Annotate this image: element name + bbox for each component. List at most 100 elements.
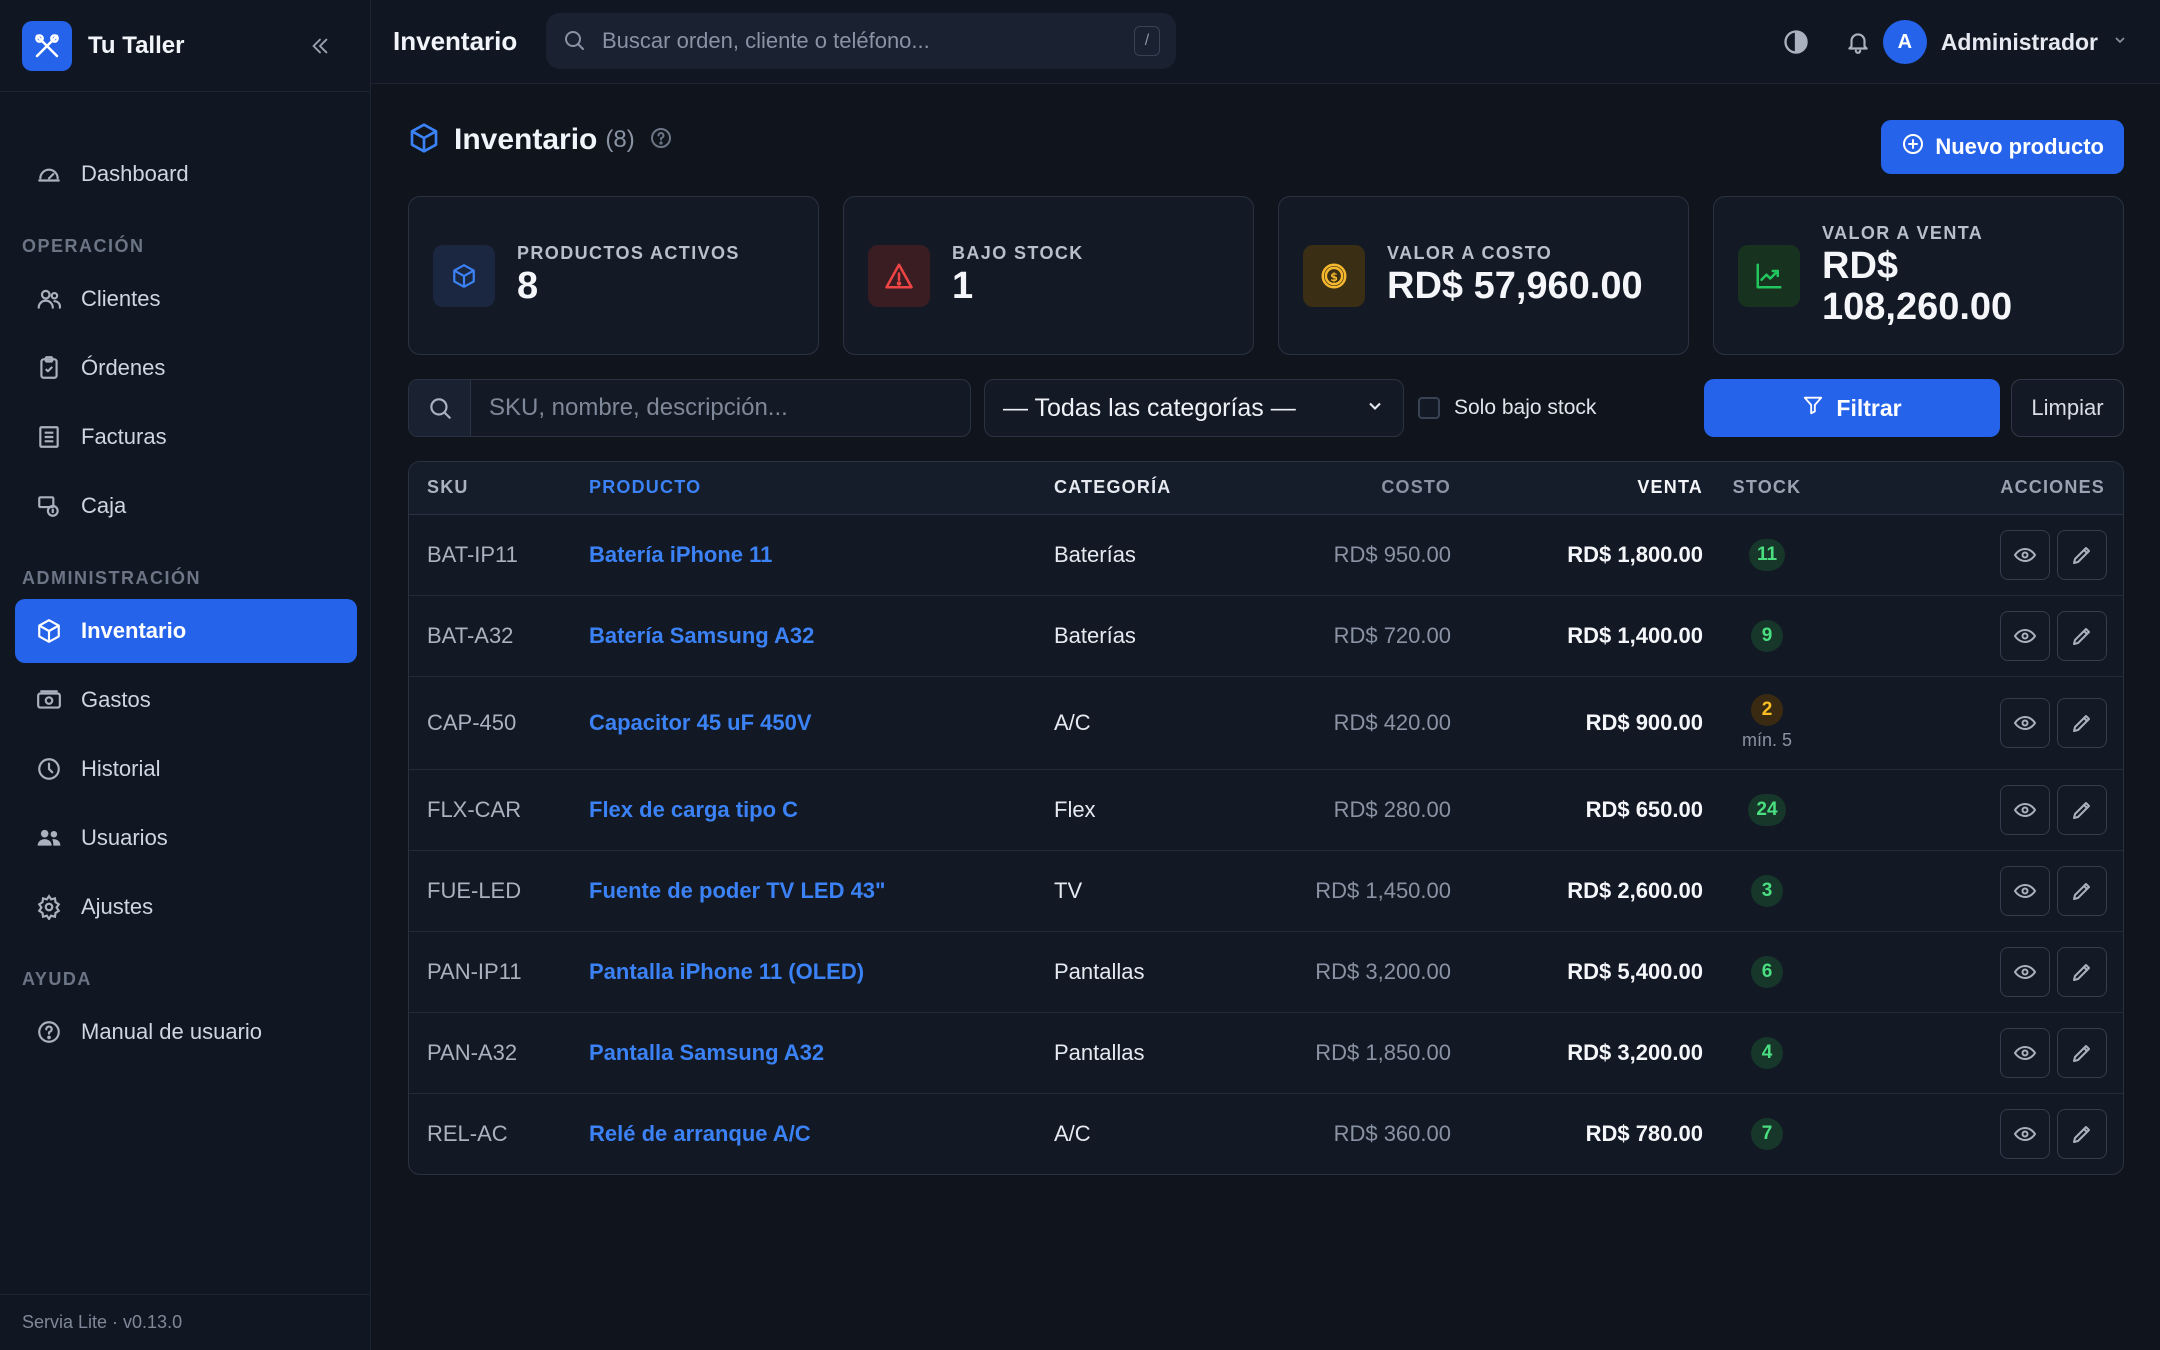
edit-pencil-icon[interactable] xyxy=(2057,610,2107,661)
app-name: Tu Taller xyxy=(88,31,185,59)
wrench-logo-icon xyxy=(22,20,72,71)
cell-sale: RD$ 3,200.00 xyxy=(1451,1012,1703,1094)
sidebar-item-caja[interactable]: Caja xyxy=(15,474,357,538)
view-eye-icon[interactable] xyxy=(2000,1027,2050,1078)
new-product-button[interactable]: Nuevo producto xyxy=(1881,120,2124,174)
table-row: PAN-IP11 Pantalla iPhone 11 (OLED) Pantall… xyxy=(409,931,2123,1013)
product-link[interactable]: Pantalla Samsung A32 xyxy=(589,1012,1054,1094)
clock-icon xyxy=(35,755,63,783)
stat-card: VALOR A VENTA RD$ 108,260.00 xyxy=(1713,196,2124,355)
sidebar-item-historial[interactable]: Historial xyxy=(15,737,357,801)
cell-sku: REL-AC xyxy=(427,1120,508,1146)
cell-stock: 4 xyxy=(1703,1012,1831,1094)
product-link[interactable]: Relé de arranque A/C xyxy=(589,1093,1054,1174)
sidebar-item-gastos[interactable]: Gastos xyxy=(15,668,357,732)
view-eye-icon[interactable] xyxy=(2000,946,2050,997)
product-search-input[interactable] xyxy=(471,380,970,436)
view-eye-icon[interactable] xyxy=(2000,697,2050,748)
col-cost[interactable]: COSTO xyxy=(1244,462,1451,515)
cell-cost: RD$ 280.00 xyxy=(1244,769,1451,851)
table-row: FLX-CAR Flex de carga tipo C Flex RD$ 280.0… xyxy=(409,769,2123,851)
sidebar-item-facturas[interactable]: Facturas xyxy=(15,405,357,469)
product-link[interactable]: Fuente de poder TV LED 43" xyxy=(589,850,1054,932)
search-shortcut: / xyxy=(1134,26,1160,56)
cell-category: Baterías xyxy=(1054,595,1244,677)
trending-up-icon xyxy=(1738,244,1800,307)
user-menu[interactable]: A Administrador xyxy=(1882,18,2128,66)
theme-toggle-icon[interactable] xyxy=(1778,24,1814,60)
sidebar-item-inventario[interactable]: Inventario xyxy=(15,599,357,663)
category-select[interactable]: — Todas las categorías — xyxy=(984,379,1404,437)
stat-body: PRODUCTOS ACTIVOS 8 xyxy=(517,243,740,307)
view-eye-icon[interactable] xyxy=(2000,784,2050,835)
cell-sku: PAN-A32 xyxy=(409,1012,589,1094)
cell-actions xyxy=(1831,514,2123,596)
stat-value: 8 xyxy=(517,265,539,308)
topbar-title: Inventario xyxy=(393,26,518,56)
cell-category: Flex xyxy=(1054,769,1244,851)
cell-sale: RD$ 780.00 xyxy=(1585,1120,1703,1146)
sidebar-item-label: Clientes xyxy=(81,286,161,311)
sidebar-item-ajustes[interactable]: Ajustes xyxy=(15,875,357,939)
collapse-sidebar-icon[interactable] xyxy=(304,30,336,62)
chevron-down-icon xyxy=(1365,394,1385,423)
global-search[interactable]: / xyxy=(546,13,1176,69)
view-eye-icon[interactable] xyxy=(2000,1108,2050,1159)
cell-category: Pantallas xyxy=(1054,1012,1244,1094)
help-icon[interactable] xyxy=(649,126,673,155)
stat-body: VALOR A VENTA RD$ 108,260.00 xyxy=(1822,223,2082,328)
edit-pencil-icon[interactable] xyxy=(2057,1108,2107,1159)
col-stock[interactable]: STOCK xyxy=(1703,462,1831,515)
edit-pencil-icon[interactable] xyxy=(2057,697,2107,748)
col-sku[interactable]: SKU xyxy=(409,462,589,515)
cash-register-icon xyxy=(35,492,63,520)
stock-badge: 2 xyxy=(1751,694,1783,726)
sidebar-item-label: Gastos xyxy=(81,687,151,712)
sidebar-item-dashboard[interactable]: Dashboard xyxy=(15,142,357,206)
edit-pencil-icon[interactable] xyxy=(2057,784,2107,835)
bell-icon[interactable] xyxy=(1840,24,1876,60)
new-product-label: Nuevo producto xyxy=(1935,134,2104,159)
global-search-input[interactable] xyxy=(602,28,1134,54)
sidebar-item-label: Inventario xyxy=(81,618,187,643)
stock-badge: 9 xyxy=(1751,619,1783,652)
table-header-row: SKU PRODUCTO CATEGORÍA COSTO VENTA STOCK… xyxy=(409,462,2123,515)
cell-category: Baterías xyxy=(1054,514,1244,596)
sidebar-item-label: Historial xyxy=(81,756,161,781)
cell-category: TV xyxy=(1054,850,1244,932)
product-link[interactable]: Batería Samsung A32 xyxy=(589,595,1054,677)
page-header: Inventario (8) Nuevo producto xyxy=(408,84,2124,196)
edit-pencil-icon[interactable] xyxy=(2057,529,2107,580)
sidebar-item--rdenes[interactable]: Órdenes xyxy=(15,336,357,400)
col-category[interactable]: CATEGORÍA xyxy=(1054,462,1244,515)
sidebar-item-manual-de-usuario[interactable]: Manual de usuario xyxy=(15,1000,357,1064)
stat-card: $ VALOR A COSTO RD$ 57,960.00 xyxy=(1278,196,1689,355)
stat-label: PRODUCTOS ACTIVOS xyxy=(517,243,740,264)
col-sale[interactable]: VENTA xyxy=(1451,462,1703,515)
view-eye-icon[interactable] xyxy=(2000,529,2050,580)
clear-button[interactable]: Limpiar xyxy=(2011,379,2124,437)
product-link[interactable]: Flex de carga tipo C xyxy=(589,769,1054,851)
search-icon xyxy=(409,380,471,436)
low-stock-checkbox[interactable] xyxy=(1418,397,1440,419)
edit-pencil-icon[interactable] xyxy=(2057,865,2107,916)
product-link[interactable]: Pantalla iPhone 11 (OLED) xyxy=(589,931,1054,1013)
sidebar-item-usuarios[interactable]: Usuarios xyxy=(15,806,357,870)
box-icon xyxy=(408,122,440,159)
view-eye-icon[interactable] xyxy=(2000,610,2050,661)
product-link[interactable]: Batería iPhone 11 xyxy=(589,514,1054,596)
stat-value: RD$ 108,260.00 xyxy=(1822,244,2013,328)
product-link[interactable]: Capacitor 45 uF 450V xyxy=(589,676,1054,770)
product-search[interactable] xyxy=(408,379,971,437)
col-product[interactable]: PRODUCTO xyxy=(589,462,1054,515)
filter-button[interactable]: Filtrar xyxy=(1704,379,2000,437)
sidebar-item-clientes[interactable]: Clientes xyxy=(15,267,357,331)
sidebar-section-title: ADMINISTRACIÓN xyxy=(22,568,201,588)
cell-actions xyxy=(1831,850,2123,932)
edit-pencil-icon[interactable] xyxy=(2057,1027,2107,1078)
low-stock-toggle[interactable]: Solo bajo stock xyxy=(1418,396,1596,420)
view-eye-icon[interactable] xyxy=(2000,865,2050,916)
page-count: (8) xyxy=(605,126,635,153)
low-stock-label: Solo bajo stock xyxy=(1454,396,1597,419)
edit-pencil-icon[interactable] xyxy=(2057,946,2107,997)
